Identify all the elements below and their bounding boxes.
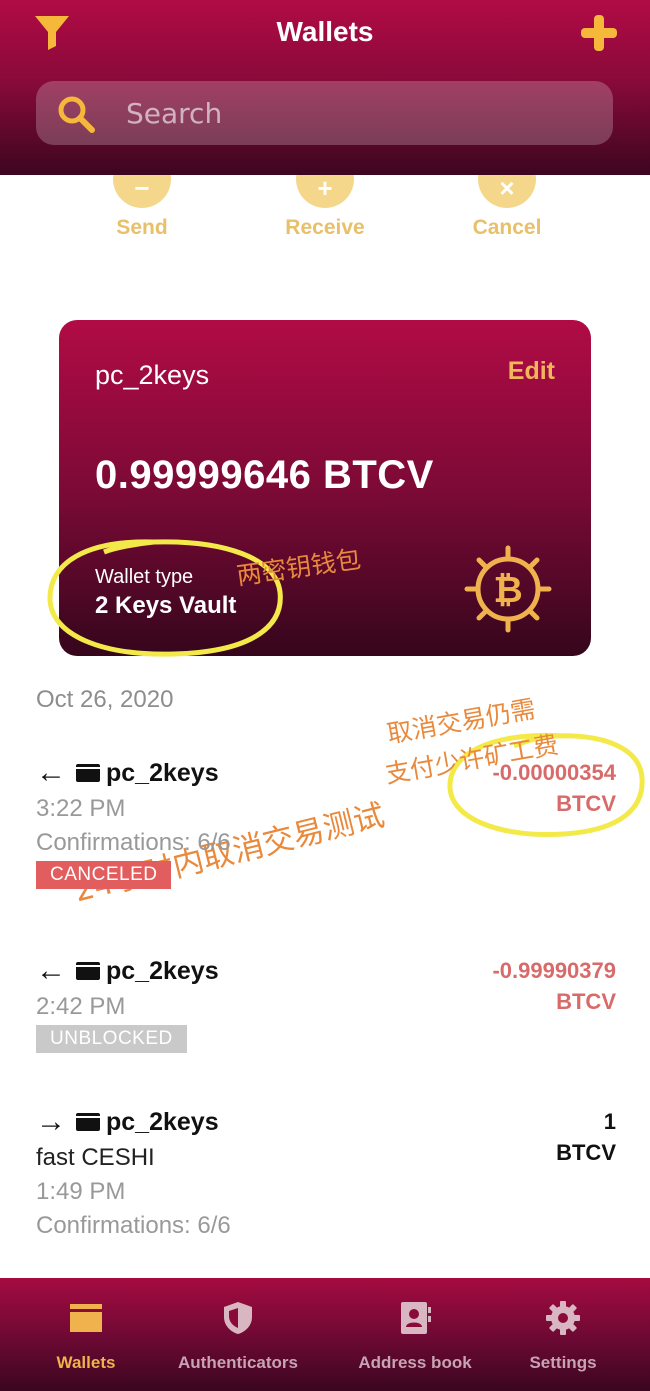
edit-button[interactable]: Edit bbox=[508, 357, 555, 386]
address-book-icon bbox=[401, 1302, 431, 1334]
incoming-arrow-icon: ← bbox=[36, 756, 66, 789]
page-title: Wallets bbox=[276, 16, 374, 47]
incoming-arrow-icon: ← bbox=[36, 954, 66, 987]
transaction-amount: 1 BTCV bbox=[556, 1106, 616, 1168]
wallet-type-value: 2 Keys Vault bbox=[95, 592, 237, 619]
wallet-type-label: Wallet type bbox=[95, 566, 194, 588]
cancel-action[interactable]: × Cancel bbox=[447, 150, 567, 240]
search-icon bbox=[58, 96, 95, 133]
send-button-label: Send bbox=[116, 216, 168, 239]
minus-icon: − bbox=[113, 175, 171, 208]
nav-settings[interactable]: Settings bbox=[508, 1278, 618, 1391]
plus-icon[interactable] bbox=[578, 12, 620, 54]
shield-icon bbox=[224, 1302, 252, 1334]
nav-label: Settings bbox=[529, 1353, 597, 1372]
app-header: Wallets bbox=[0, 0, 650, 175]
cancel-button-label: Cancel bbox=[472, 216, 542, 239]
nav-label: Wallets bbox=[56, 1353, 116, 1372]
amount-value: 1 bbox=[603, 1109, 616, 1134]
transaction-memo: fast CESHI bbox=[36, 1144, 155, 1171]
search-input[interactable] bbox=[126, 81, 596, 145]
wallet-small-icon bbox=[76, 1113, 100, 1131]
wallet-small-icon bbox=[76, 962, 100, 980]
wallet-card[interactable]: pc_2keys Edit 0.99999646 BTCV Wallet typ… bbox=[59, 320, 591, 656]
transaction-amount: -0.99990379 BTCV bbox=[492, 955, 616, 1017]
date-header: Oct 26, 2020 bbox=[36, 686, 174, 713]
amount-unit: BTCV bbox=[556, 989, 616, 1014]
amount-unit: BTCV bbox=[556, 1140, 616, 1165]
wallet-small-icon bbox=[76, 764, 100, 782]
transaction-confirmations: Confirmations: 6/6 bbox=[36, 829, 231, 856]
amount-value: -0.00000354 bbox=[492, 760, 616, 785]
status-badge: UNBLOCKED bbox=[36, 1025, 187, 1053]
amount-value: -0.99990379 bbox=[492, 958, 616, 983]
receive-button-label: Receive bbox=[285, 216, 365, 239]
transaction-row[interactable]: ← pc_2keys 3:22 PM Confirmations: 6/6 CA… bbox=[36, 756, 616, 889]
bottom-nav: Wallets Authenticators Address book Sett… bbox=[0, 1278, 650, 1391]
transaction-row[interactable]: ← pc_2keys 2:42 PM UNBLOCKED -0.99990379… bbox=[36, 954, 616, 1053]
search-bar[interactable] bbox=[36, 81, 613, 145]
wallet-icon bbox=[70, 1304, 102, 1332]
transaction-time: 1:49 PM bbox=[36, 1178, 126, 1205]
transaction-wallet-name: pc_2keys bbox=[106, 1107, 219, 1136]
transaction-wallet-name: pc_2keys bbox=[106, 758, 219, 787]
bitcoin-vault-icon: ₿ bbox=[464, 545, 552, 633]
gear-icon bbox=[546, 1301, 580, 1335]
transaction-confirmations: Confirmations: 6/6 bbox=[36, 1212, 231, 1239]
plus-circle-icon: + bbox=[296, 175, 354, 208]
wallet-balance: 0.99999646 BTCV bbox=[95, 453, 434, 497]
receive-action[interactable]: + Receive bbox=[265, 150, 385, 240]
transaction-amount: -0.00000354 BTCV bbox=[492, 757, 616, 819]
status-badge: CANCELED bbox=[36, 861, 172, 889]
svg-text:₿: ₿ bbox=[493, 570, 522, 611]
wallet-name: pc_2keys bbox=[95, 360, 210, 390]
transaction-row[interactable]: → pc_2keys fast CESHI 1:49 PM Confirmati… bbox=[36, 1105, 616, 1240]
nav-authenticators[interactable]: Authenticators bbox=[160, 1278, 316, 1391]
send-action[interactable]: − Send bbox=[82, 150, 202, 240]
outgoing-arrow-icon: → bbox=[36, 1105, 66, 1138]
nav-address-book[interactable]: Address book bbox=[346, 1278, 484, 1391]
close-icon: × bbox=[478, 175, 536, 208]
amount-unit: BTCV bbox=[556, 791, 616, 816]
nav-wallets[interactable]: Wallets bbox=[26, 1278, 146, 1391]
nav-label: Address book bbox=[358, 1353, 472, 1372]
nav-label: Authenticators bbox=[178, 1353, 298, 1372]
transaction-wallet-name: pc_2keys bbox=[106, 956, 219, 985]
